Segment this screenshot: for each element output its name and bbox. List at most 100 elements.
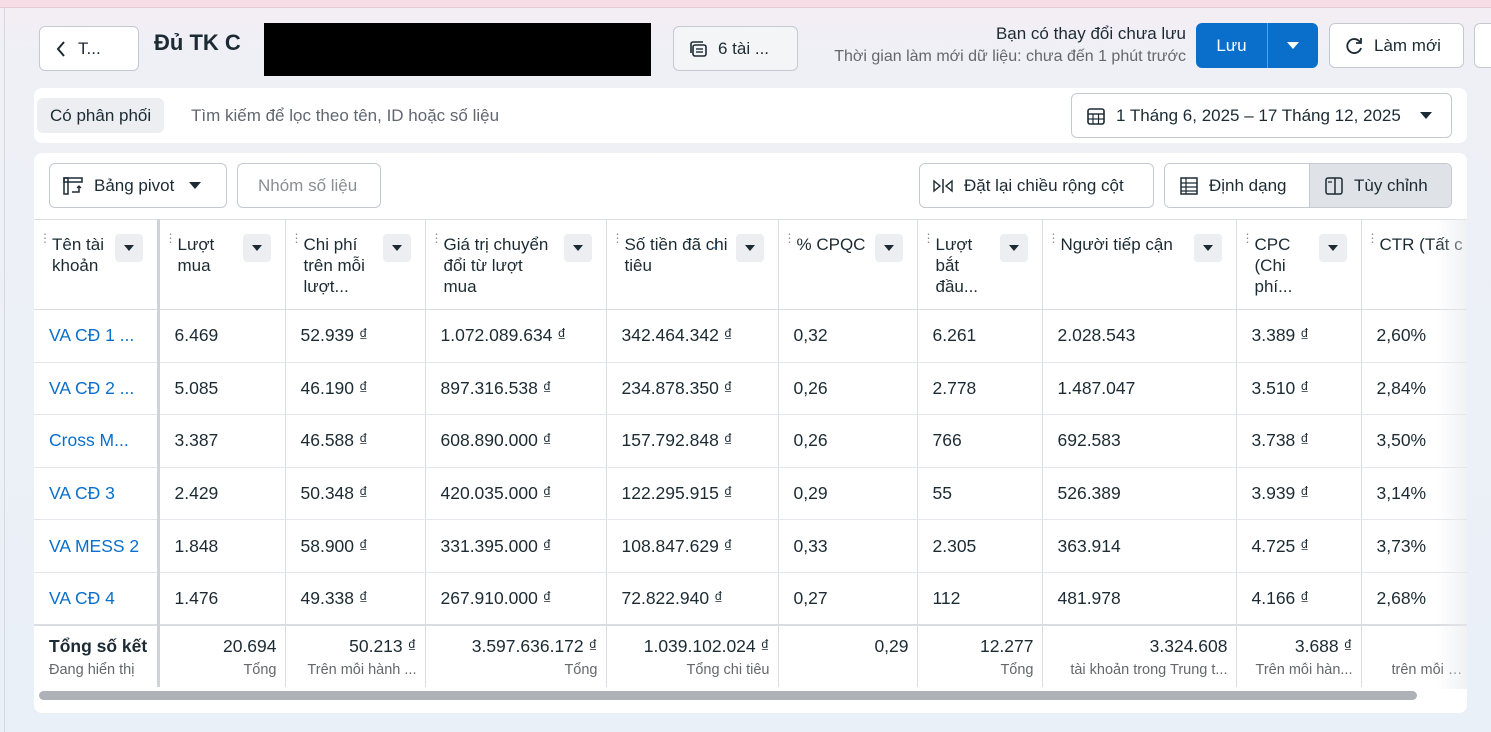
table-row[interactable]: VA CĐ 4 1.476 49.338 ₫ 267.910.000 ₫ 72.… — [34, 572, 1467, 626]
sort-descending-icon[interactable]: ↓ — [712, 236, 720, 254]
unsaved-status: Bạn có thay đổi chưa lưu Thời gian làm m… — [834, 24, 1186, 66]
table-cell: 363.914 — [1042, 519, 1237, 573]
caret-down-icon — [189, 182, 202, 189]
totals-cell: 12.277 Tổng — [917, 624, 1043, 688]
table-cell: 3.510 ₫ — [1236, 362, 1362, 416]
column-header-cpc[interactable]: ⋮ CPC (Chi phí... — [1236, 219, 1362, 310]
column-header-amount-spent[interactable]: ⋮ Số tiền đã chi tiêu ↓ — [606, 219, 779, 310]
table-cell: 0,32 — [778, 309, 918, 363]
group-metrics-button[interactable]: Nhóm số liệu — [237, 163, 381, 208]
table-cell: 3,14% — [1361, 467, 1467, 521]
drag-grip-icon[interactable]: ⋮ — [923, 232, 935, 244]
column-menu-button[interactable] — [735, 234, 764, 262]
caret-down-icon — [123, 245, 134, 251]
totals-cell: 3.597.636.172 ₫ Tổng — [425, 624, 607, 688]
column-menu-button[interactable] — [382, 234, 411, 262]
column-header-cost-per-purchase[interactable]: ⋮ Chi phí trên mỗi lượt... — [285, 219, 426, 310]
column-menu-button[interactable] — [242, 234, 271, 262]
table-cell: 2.028.543 — [1042, 309, 1237, 363]
save-dropdown-button[interactable] — [1268, 23, 1318, 68]
table-cell: 267.910.000 ₫ — [425, 572, 607, 626]
table-cell: 897.316.538 ₫ — [425, 362, 607, 416]
table-row[interactable]: VA CĐ 1 ... 6.469 52.939 ₫ 1.072.089.634… — [34, 309, 1467, 363]
table-cell: 4.166 ₫ — [1236, 572, 1362, 626]
format-button[interactable]: Định dạng — [1165, 164, 1310, 207]
back-button[interactable]: T... — [39, 26, 139, 71]
table-cell: 1.072.089.634 ₫ — [425, 309, 607, 363]
table-cell: 72.822.940 ₫ — [606, 572, 779, 626]
table-cell: 122.295.915 ₫ — [606, 467, 779, 521]
table-cell: 1.487.047 — [1042, 362, 1237, 416]
table-cell: 234.878.350 ₫ — [606, 362, 779, 416]
table-cell: 342.464.342 ₫ — [606, 309, 779, 363]
drag-grip-icon[interactable]: ⋮ — [1048, 232, 1060, 244]
column-menu-button[interactable] — [1193, 234, 1222, 262]
table-cell: 2,60% — [1361, 309, 1467, 363]
caret-down-icon — [572, 245, 583, 251]
table-row[interactable]: VA CĐ 3 2.429 50.348 ₫ 420.035.000 ₫ 122… — [34, 467, 1467, 521]
account-name-link[interactable]: VA CĐ 4 — [34, 572, 160, 626]
save-button[interactable]: Lưu — [1196, 23, 1268, 68]
account-name-link[interactable]: Cross M... — [34, 414, 160, 468]
caret-down-icon — [1327, 245, 1338, 251]
table-row[interactable]: Cross M... 3.387 46.588 ₫ 608.890.000 ₫ … — [34, 414, 1467, 468]
column-menu-button[interactable] — [999, 234, 1028, 262]
table-row[interactable]: VA CĐ 2 ... 5.085 46.190 ₫ 897.316.538 ₫… — [34, 362, 1467, 416]
drag-grip-icon[interactable]: ⋮ — [1367, 232, 1379, 244]
account-name-link[interactable]: VA CĐ 1 ... — [34, 309, 160, 363]
account-name-link[interactable]: VA CĐ 2 ... — [34, 362, 160, 416]
columns-panel-icon — [1325, 176, 1343, 195]
drag-grip-icon[interactable]: ⋮ — [39, 232, 51, 244]
more-button[interactable] — [1474, 23, 1491, 68]
refresh-button[interactable]: Làm mới — [1329, 23, 1464, 68]
date-range-button[interactable]: 1 Tháng 6, 2025 – 17 Tháng 12, 2025 — [1071, 93, 1452, 138]
table-cell: 2,68% — [1361, 572, 1467, 626]
column-header-purchases[interactable]: ⋮ Lượt mua — [158, 219, 286, 310]
table-cell: 2.429 — [158, 467, 286, 521]
column-header-reach[interactable]: ⋮ Người tiếp cận — [1042, 219, 1237, 310]
table-cell: 608.890.000 ₫ — [425, 414, 607, 468]
drag-grip-icon[interactable]: ⋮ — [784, 232, 796, 244]
horizontal-scrollbar[interactable] — [39, 691, 1417, 700]
accounts-button[interactable]: 6 tài ... — [673, 26, 798, 71]
drag-grip-icon[interactable]: ⋮ — [165, 232, 177, 244]
column-header-purchase-conversion-value[interactable]: ⋮ Giá trị chuyển đổi từ lượt mua — [425, 219, 607, 310]
drag-grip-icon[interactable]: ⋮ — [1242, 232, 1254, 244]
column-resize-icon — [933, 178, 953, 193]
account-name-link[interactable]: VA MESS 2 — [34, 519, 160, 573]
caret-down-icon — [883, 245, 894, 251]
drag-grip-icon[interactable]: ⋮ — [612, 232, 624, 244]
account-name-link[interactable]: VA CĐ 3 — [34, 467, 160, 521]
table-header-row: ⋮ Tên tài khoản ⋮ Lượt mua ⋮ Chi phí trên m… — [34, 219, 1467, 310]
customize-button[interactable]: Tùy chỉnh — [1310, 164, 1451, 207]
table-cell: 1.848 — [158, 519, 286, 573]
drag-grip-icon[interactable]: ⋮ — [431, 232, 443, 244]
table-cell: 3.939 ₫ — [1236, 467, 1362, 521]
table-row[interactable]: VA MESS 2 1.848 58.900 ₫ 331.395.000 ₫ 1… — [34, 519, 1467, 573]
column-menu-button[interactable] — [874, 234, 903, 262]
column-menu-button[interactable] — [114, 234, 143, 262]
page-title: Đủ TK C — [154, 30, 241, 55]
column-header-account-name[interactable]: ⋮ Tên tài khoản — [34, 219, 160, 310]
drag-grip-icon[interactable]: ⋮ — [291, 232, 303, 244]
pivot-table-button[interactable]: Bảng pivot — [49, 163, 227, 208]
column-menu-button[interactable] — [1318, 234, 1347, 262]
search-input[interactable] — [191, 101, 791, 131]
column-header-cpqc[interactable]: ⋮% CPQC — [778, 219, 918, 310]
table-cell: 2.305 — [917, 519, 1043, 573]
reset-column-width-button[interactable]: Đặt lại chiều rộng cột — [919, 163, 1154, 208]
table-cell: 526.389 — [1042, 467, 1237, 521]
left-divider — [4, 8, 5, 732]
redacted-area — [264, 23, 651, 76]
chevron-left-icon — [56, 40, 65, 57]
table-cell: 112 — [917, 572, 1043, 626]
table-cell: 6.469 — [158, 309, 286, 363]
table-cell: 420.035.000 ₫ — [425, 467, 607, 521]
column-header-ctr[interactable]: ⋮ CTR (Tất c — [1361, 219, 1467, 310]
table-cell: 1.476 — [158, 572, 286, 626]
column-header-starts[interactable]: ⋮ Lượt bắt đầu... — [917, 219, 1043, 310]
table-cell: 331.395.000 ₫ — [425, 519, 607, 573]
delivery-filter-chip[interactable]: Có phân phối — [37, 98, 165, 133]
column-menu-button[interactable] — [563, 234, 592, 262]
table-cell: 481.978 — [1042, 572, 1237, 626]
